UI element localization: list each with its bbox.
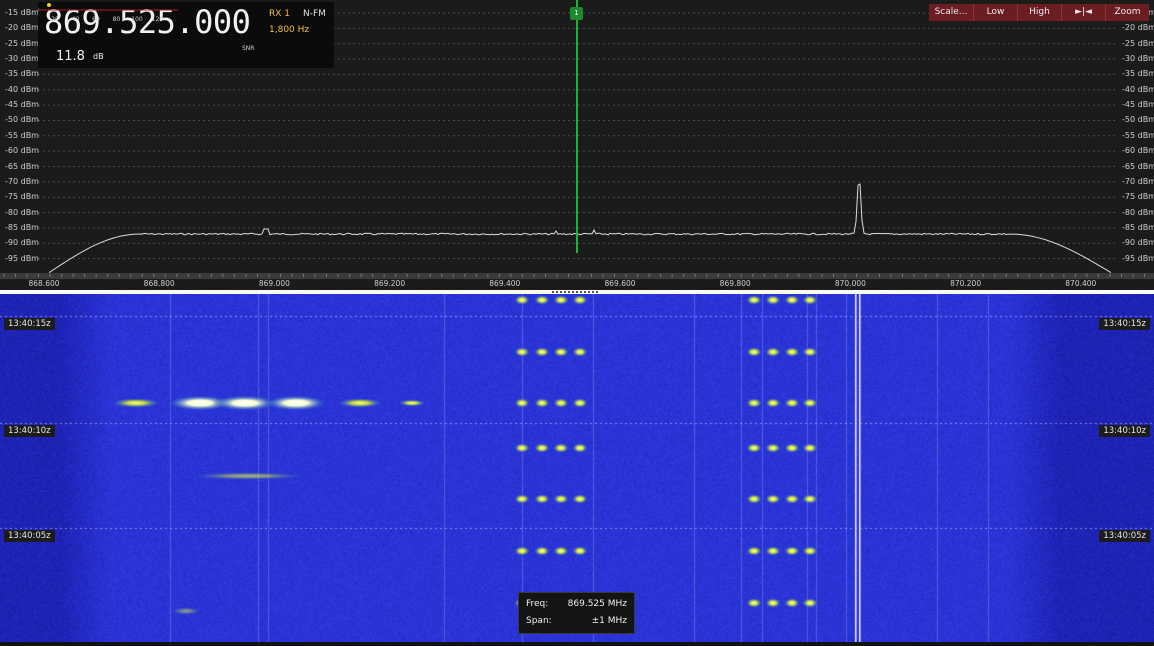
time-label-right: 13:40:10z [1099,425,1150,437]
x-tick-label: 870.000 [834,279,866,288]
vfo-marker-1[interactable]: 1 [570,7,583,20]
y-tick-label: -60 dBm [1122,146,1154,156]
zoom-button[interactable]: Zoom [1105,4,1149,21]
span-label: Span: [526,616,552,626]
drag-handle[interactable] [552,291,600,293]
y-tick-label: -25 dBm [1122,38,1154,48]
receiver-label[interactable]: RX 1 [269,9,290,19]
snr-label: SNR [242,45,255,52]
x-tick-label: 870.400 [1065,279,1097,288]
y-tick-label: -20 dBm [5,23,39,33]
y-tick-label: -75 dBm [1122,192,1154,202]
y-tick-label: -50 dBm [5,115,39,125]
cursor-tooltip: Freq: 869.525 MHz Span: ±1 MHz [518,592,635,634]
x-tick-label: 869.200 [374,279,406,288]
y-tick-label: -80 dBm [1122,207,1154,217]
y-tick-label: -75 dBm [5,192,39,202]
snr-tick-label: 100 [131,16,143,23]
snr-tick-label: 20 [51,16,59,23]
spectrum-display[interactable]: -15 dBm -20 dBm -25 dBm -30 dBm -35 dBm -40 d… [0,0,1154,290]
x-tick-label: 869.800 [719,279,751,288]
time-label-right: 13:40:15z [1099,318,1150,330]
frequency-panel: 869.525.000 RX 1 N-FM 1,800 Hz 11.8 dB 2… [38,2,334,68]
x-tick-label: 869.400 [489,279,521,288]
snr-tick-label: 120 [152,16,164,23]
x-tick-label: 870.200 [950,279,982,288]
x-tick-label: 868.800 [143,279,175,288]
y-tick-label: -70 dBm [1122,176,1154,186]
x-tick-label: 869.600 [604,279,636,288]
y-tick-label: -40 dBm [5,84,39,94]
y-tick-label: -90 dBm [1122,238,1154,248]
y-tick-label: -85 dBm [5,222,39,232]
span-button[interactable]: ►|◄ [1061,4,1105,21]
time-label-right: 13:40:05z [1099,530,1150,542]
y-tick-label: -55 dBm [1122,130,1154,140]
time-label-left: 13:40:05z [4,530,55,542]
y-tick-label: -95 dBm [5,253,39,263]
y-tick-label: -80 dBm [5,207,39,217]
y-tick-label: -30 dBm [1122,54,1154,64]
freq-value: 869.525 MHz [567,599,627,609]
y-tick-label: -50 dBm [1122,115,1154,125]
snr-value: 11.8 [56,49,85,64]
y-tick-label: -30 dBm [5,54,39,64]
snr-indicator-dot [47,3,51,7]
y-tick-label: -35 dBm [5,69,39,79]
y-tick-label: -95 dBm [1122,253,1154,263]
mode-label[interactable]: N-FM [303,9,326,19]
y-tick-label: -45 dBm [5,100,39,110]
y-tick-label: -65 dBm [1122,161,1154,171]
snr-meter: 20 40 60 80 100 120 [38,3,178,23]
spectrum-toolbar: Scale... Low High ►|◄ Zoom [929,4,1149,21]
y-tick-label: -35 dBm [1122,69,1154,79]
snr-tick-label: 40 [72,16,80,23]
x-tick-label: 869.000 [258,279,290,288]
high-button[interactable]: High [1017,4,1061,21]
waterfall-canvas[interactable] [0,294,1154,642]
y-tick-label: -60 dBm [5,146,39,156]
scale-button[interactable]: Scale... [929,4,973,21]
waterfall-display[interactable] [0,294,1154,642]
y-tick-label: -65 dBm [5,161,39,171]
low-button[interactable]: Low [973,4,1017,21]
y-tick-label: -15 dBm [5,8,39,17]
freq-label: Freq: [526,599,549,609]
y-tick-label: -40 dBm [1122,84,1154,94]
y-tick-label: -90 dBm [5,238,39,248]
bandwidth-label[interactable]: 1,800 Hz [269,25,309,35]
y-tick-label: -20 dBm [1122,23,1154,33]
y-tick-label: -70 dBm [5,176,39,186]
snr-tick-label: 80 [113,16,121,23]
y-tick-label: -55 dBm [5,130,39,140]
y-tick-label: -85 dBm [1122,222,1154,232]
y-tick-label: -25 dBm [5,38,39,48]
time-label-left: 13:40:10z [4,425,55,437]
time-label-left: 13:40:15z [4,318,55,330]
x-tick-label: 868.600 [28,279,60,288]
snr-tick-label: 60 [92,16,100,23]
y-tick-label: -45 dBm [1122,100,1154,110]
snr-unit: dB [93,52,104,61]
span-value: ±1 MHz [591,616,627,626]
